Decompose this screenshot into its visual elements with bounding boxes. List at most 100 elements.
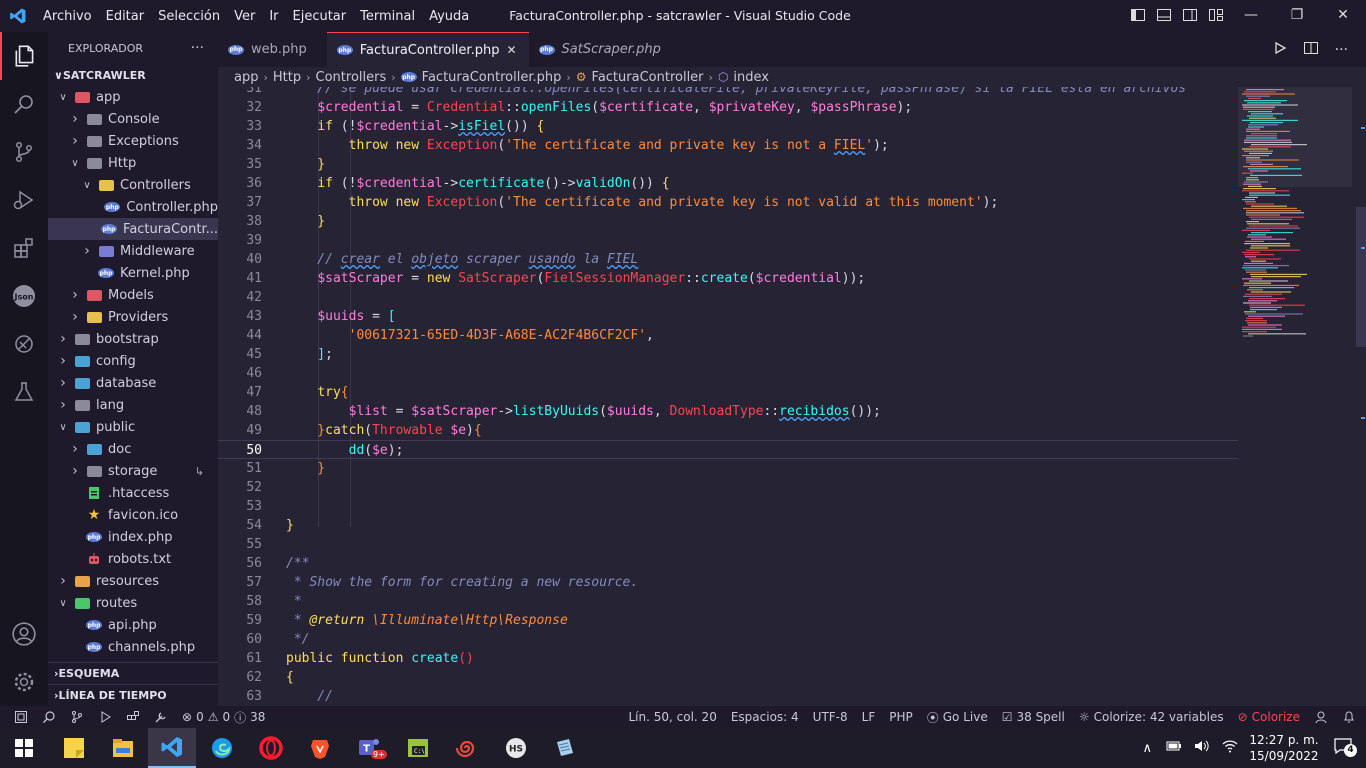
teams-icon[interactable]: T 9+ [345, 728, 393, 768]
tree-item[interactable]: › Exceptions [48, 130, 218, 152]
tree-item[interactable]: ∨ app [48, 86, 218, 108]
code-line[interactable]: 56 /** [218, 554, 1238, 573]
testing-icon[interactable] [0, 368, 48, 416]
code-line[interactable]: 63 // [218, 687, 1238, 706]
cursor-position[interactable]: Lín. 50, col. 20 [622, 706, 724, 728]
battery-icon[interactable] [1160, 740, 1188, 756]
code-line[interactable]: 41 $satScraper = new SatScraper (FielSess… [218, 269, 1238, 288]
close-tab-icon[interactable]: ✕ [506, 43, 516, 57]
tree-item[interactable]: php api.php [48, 614, 218, 636]
tree-item[interactable]: › database [48, 372, 218, 394]
sticky-notes-icon[interactable] [50, 728, 98, 768]
more-actions-icon[interactable]: ··· [191, 40, 204, 56]
code-line[interactable]: 52 [218, 478, 1238, 497]
code-line[interactable]: 37 throw new Exception('The certificate … [218, 193, 1238, 212]
breadcrumb-controllers[interactable]: Controllers [316, 70, 387, 85]
tab-web-php[interactable]: php web.php [218, 32, 319, 67]
menu-ejecutar[interactable]: Ejecutar [286, 9, 354, 24]
code-line[interactable]: 40 // crear el objeto scraper usando la … [218, 250, 1238, 269]
tree-item[interactable]: php FacturaContr... [48, 218, 218, 240]
debug-status-icon[interactable] [91, 706, 119, 728]
code-line[interactable]: 45 ]; [218, 345, 1238, 364]
code-line[interactable]: 51 } [218, 459, 1238, 478]
editor-scrollbar[interactable] [1352, 87, 1366, 706]
wifi-icon[interactable] [1216, 739, 1244, 757]
code-line[interactable]: 49 }catch(Throwable $e){ [218, 421, 1238, 440]
notification-center-icon[interactable]: 4 [1324, 738, 1366, 758]
maximize-icon[interactable]: ❐ [1274, 0, 1320, 30]
extensions-icon[interactable] [0, 224, 48, 272]
code-line[interactable]: 61 public function create() [218, 649, 1238, 668]
breadcrumb-http[interactable]: Http [273, 70, 301, 85]
breadcrumb-file[interactable]: FacturaController.php [422, 70, 562, 85]
file-explorer-icon[interactable] [99, 728, 147, 768]
brave-browser-icon[interactable] [296, 728, 344, 768]
code-line[interactable]: 54} [218, 516, 1238, 535]
menu-editar[interactable]: Editar [99, 9, 152, 24]
vscode-taskbar-icon[interactable] [148, 728, 196, 768]
tree-item[interactable]: ∨ Controllers [48, 174, 218, 196]
code-line[interactable]: 62 { [218, 668, 1238, 687]
toggle-sidebar-icon[interactable] [1130, 7, 1146, 27]
split-editor-icon[interactable] [1303, 40, 1319, 60]
tree-item[interactable]: robots.txt [48, 548, 218, 570]
branch-icon[interactable] [63, 706, 91, 728]
breadcrumb-class[interactable]: FacturaController [592, 70, 704, 85]
tree-item[interactable]: ★ favicon.ico [48, 504, 218, 526]
tools-status-icon[interactable] [147, 706, 175, 728]
tree-item[interactable]: › Providers [48, 306, 218, 328]
colorize-vars-status[interactable]: ☼ Colorize: 42 variables [1072, 706, 1231, 728]
terminal-app-icon[interactable]: C:\ [394, 728, 442, 768]
tree-item[interactable]: › Models [48, 284, 218, 306]
tree-item[interactable]: › doc [48, 438, 218, 460]
code-line[interactable]: 59 * @return \Illuminate\Http\Response [218, 611, 1238, 630]
system-clock[interactable]: 12:27 p. m. 15/09/2022 [1244, 732, 1324, 764]
customize-layout-icon[interactable] [1208, 7, 1224, 27]
code-line[interactable]: 43 $uuids = [ [218, 307, 1238, 326]
tree-item[interactable]: php Controller.php [48, 196, 218, 218]
menu-ver[interactable]: Ver [227, 9, 262, 24]
toggle-panel-icon[interactable] [1156, 7, 1172, 27]
go-live-button[interactable]: ⦿ Go Live [920, 706, 995, 728]
explorer-icon[interactable] [0, 32, 48, 80]
close-window-icon[interactable]: ✕ [1320, 0, 1366, 30]
tree-item[interactable]: ∨ Http [48, 152, 218, 174]
code-line[interactable]: 42 [218, 288, 1238, 307]
tree-item[interactable]: php index.php [48, 526, 218, 548]
tree-item[interactable]: › resources [48, 570, 218, 592]
code-line[interactable]: 60 */ [218, 630, 1238, 649]
code-line[interactable]: 44 '00617321-65ED-4D3F-A68E-AC2F4B6CF2CF… [218, 326, 1238, 345]
run-file-icon[interactable] [1273, 41, 1287, 59]
spell-check-status[interactable]: ☑ 38 Spell [995, 706, 1072, 728]
tree-item[interactable]: › Middleware [48, 240, 218, 262]
menu-ir[interactable]: Ir [262, 9, 285, 24]
breadcrumb-app[interactable]: app [234, 70, 258, 85]
menu-seleccion[interactable]: Selección [151, 9, 227, 24]
menu-archivo[interactable]: Archivo [36, 9, 99, 24]
chevron-up-icon[interactable]: ∧ [1134, 741, 1160, 756]
code-editor[interactable]: 31 // se puede usar Credential::openFile… [218, 87, 1238, 706]
code-line[interactable]: 53 [218, 497, 1238, 516]
accounts-status-icon[interactable] [1307, 706, 1335, 728]
json-icon[interactable]: Json [0, 272, 48, 320]
code-line[interactable]: 47 try{ [218, 383, 1238, 402]
code-line[interactable]: 57 * Show the form for creating a new re… [218, 573, 1238, 592]
search-status-icon[interactable] [35, 706, 63, 728]
problems-status[interactable]: ⊗ 0 ⚠ 0 ⓘ 38 [175, 706, 272, 728]
minimap[interactable] [1238, 87, 1352, 706]
code-line[interactable]: 55 [218, 535, 1238, 554]
search-icon[interactable] [0, 80, 48, 128]
remote-explorer-icon[interactable] [0, 320, 48, 368]
code-line[interactable]: 46 [218, 364, 1238, 383]
menu-ayuda[interactable]: Ayuda [422, 9, 476, 24]
edge-browser-icon[interactable] [198, 728, 246, 768]
tree-item[interactable]: › bootstrap [48, 328, 218, 350]
menu-terminal[interactable]: Terminal [353, 9, 422, 24]
code-line[interactable]: 35 } [218, 155, 1238, 174]
opera-browser-icon[interactable] [247, 728, 295, 768]
more-actions-icon[interactable]: ··· [1335, 42, 1348, 58]
end-of-line[interactable]: LF [855, 706, 883, 728]
windows-start-icon[interactable] [0, 728, 48, 768]
run-debug-icon[interactable] [0, 176, 48, 224]
code-line[interactable]: 50 dd($e); [218, 440, 1238, 459]
